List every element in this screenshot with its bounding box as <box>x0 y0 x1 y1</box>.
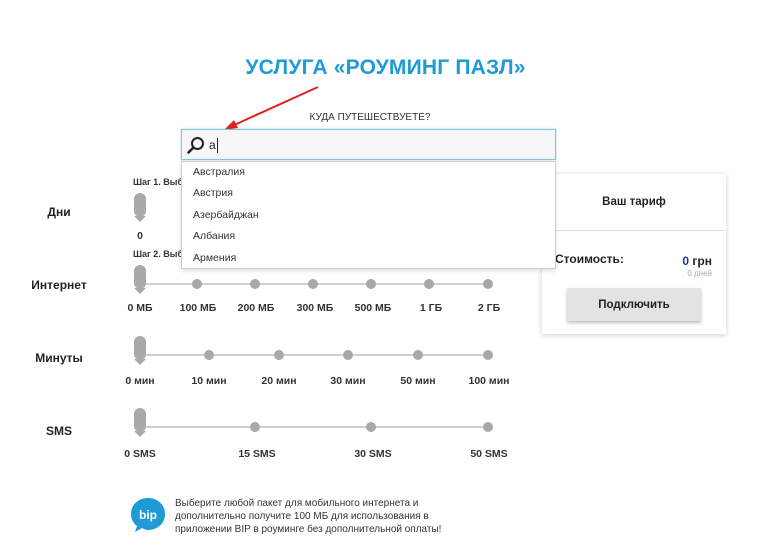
search-input[interactable] <box>209 136 539 154</box>
internet-slider-handle[interactable] <box>134 265 146 294</box>
internet-tick-label: 1 ГБ <box>419 302 443 314</box>
bip-logo-text: bip <box>139 508 157 522</box>
internet-stop[interactable] <box>192 279 202 289</box>
internet-stop[interactable] <box>366 279 376 289</box>
sms-stop[interactable] <box>483 422 493 432</box>
cost-label: Стоимость: <box>555 252 624 266</box>
minutes-stop[interactable] <box>483 350 493 360</box>
minutes-slider-handle[interactable] <box>134 336 146 365</box>
destination-search[interactable] <box>181 129 556 160</box>
step-2-label: Шаг 2. Выб <box>133 249 184 259</box>
page-title: УСЛУГА «РОУМИНГ ПАЗЛ» <box>245 56 526 79</box>
sms-stop[interactable] <box>366 422 376 432</box>
internet-stop[interactable] <box>424 279 434 289</box>
minutes-stop[interactable] <box>413 350 423 360</box>
minutes-tick-label: 10 мин <box>191 375 227 387</box>
days-slider-handle[interactable] <box>134 193 146 222</box>
days-label: Дни <box>47 205 71 219</box>
minutes-tick-label: 50 мин <box>400 375 436 387</box>
internet-tick-label: 500 МБ <box>354 302 392 314</box>
internet-stop[interactable] <box>483 279 493 289</box>
sms-tick-label: 50 SMS <box>470 448 508 460</box>
search-icon <box>187 137 204 154</box>
internet-label: Интернет <box>31 278 87 292</box>
sms-tick-label: 0 SMS <box>124 448 156 460</box>
minutes-tick-label: 30 мин <box>330 375 366 387</box>
price: 0 грн <box>682 254 712 268</box>
suggestion-item[interactable]: Албания <box>182 226 555 247</box>
connect-button[interactable]: Подключить <box>567 288 701 321</box>
internet-tick-label: 300 МБ <box>296 302 334 314</box>
sms-slider-track[interactable] <box>140 426 488 428</box>
days-tick-label: 0 <box>137 230 143 242</box>
internet-stop[interactable] <box>308 279 318 289</box>
step-1-label: Шаг 1. Выб <box>133 177 184 187</box>
internet-stop[interactable] <box>250 279 260 289</box>
minutes-stop[interactable] <box>204 350 214 360</box>
bip-logo-icon: bip <box>131 498 165 532</box>
internet-tick-label: 2 ГБ <box>477 302 501 314</box>
internet-tick-label: 0 МБ <box>127 302 153 314</box>
suggestion-item[interactable]: Азербайджан <box>182 205 555 226</box>
suggestion-item[interactable]: Австрия <box>182 183 555 204</box>
destination-question: КУДА ПУТЕШЕСТВУЕТЕ? <box>309 112 431 123</box>
text-caret <box>217 138 218 153</box>
suggestion-item[interactable]: Австралия <box>182 162 555 183</box>
country-suggestions[interactable]: Австралия Австрия Азербайджан Албания Ар… <box>181 161 556 269</box>
tariff-days: 0 дней <box>687 269 712 278</box>
minutes-tick-label: 0 мин <box>125 375 155 387</box>
minutes-stop[interactable] <box>343 350 353 360</box>
bip-promo-text: Выберите любой пакет для мобильного инте… <box>175 498 442 535</box>
minutes-tick-label: 100 мин <box>468 375 510 387</box>
minutes-stop[interactable] <box>274 350 284 360</box>
sms-slider-handle[interactable] <box>134 408 146 437</box>
sms-stop[interactable] <box>250 422 260 432</box>
price-currency: грн <box>692 254 712 268</box>
tariff-card: Ваш тариф Стоимость: 0 грн 0 дней Подклю… <box>542 174 726 334</box>
internet-tick-label: 100 МБ <box>179 302 217 314</box>
minutes-label: Минуты <box>35 351 83 365</box>
minutes-tick-label: 20 мин <box>261 375 297 387</box>
tariff-title: Ваш тариф <box>542 174 726 231</box>
internet-tick-label: 200 МБ <box>237 302 275 314</box>
suggestion-item[interactable]: Армения <box>182 248 555 269</box>
sms-tick-label: 15 SMS <box>238 448 276 460</box>
price-value: 0 <box>682 254 690 268</box>
minutes-slider-track[interactable] <box>140 354 488 356</box>
sms-tick-label: 30 SMS <box>354 448 392 460</box>
sms-label: SMS <box>45 424 72 438</box>
